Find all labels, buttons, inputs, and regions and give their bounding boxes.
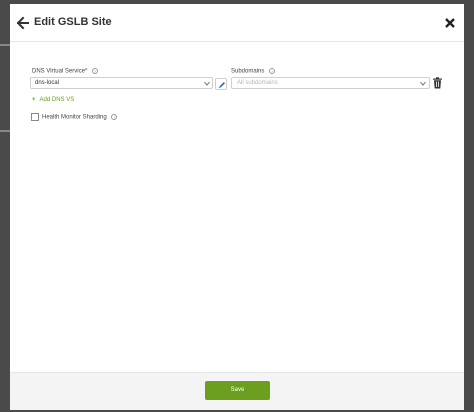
- backdrop-divider: [0, 44, 10, 46]
- health-monitor-sharding-checkbox[interactable]: [31, 113, 39, 121]
- delete-subdomain-button[interactable]: [433, 76, 442, 89]
- close-button[interactable]: [444, 16, 456, 30]
- subdomains-placeholder: All subdomains: [237, 80, 278, 86]
- modal-footer: Save: [10, 372, 464, 410]
- trash-icon: [433, 77, 442, 89]
- help-circle-icon[interactable]: ?: [91, 68, 98, 74]
- arrow-left-icon: [16, 16, 29, 30]
- back-button[interactable]: [16, 16, 29, 30]
- dns-virtual-service-select[interactable]: dns-local: [30, 77, 213, 89]
- help-circle-icon[interactable]: ?: [269, 68, 276, 74]
- subdomains-label: Subdomains ?: [231, 68, 276, 75]
- health-monitor-sharding-label: Health Monitor Sharding ?: [42, 114, 118, 121]
- chevron-down-icon: [420, 81, 426, 86]
- health-monitor-sharding-text: Health Monitor Sharding: [42, 114, 107, 121]
- required-marker: *: [84, 68, 88, 75]
- dns-virtual-service-label: DNS Virtual Service* ?: [32, 68, 98, 75]
- pencil-icon: [219, 82, 225, 88]
- modal-header: Edit GSLB Site: [10, 4, 464, 42]
- edit-dns-vs-button[interactable]: [215, 78, 227, 90]
- add-dns-vs-label: Add DNS VS: [39, 97, 75, 103]
- dns-virtual-service-label-text: DNS Virtual Service: [32, 68, 85, 75]
- chevron-down-icon: [204, 81, 210, 86]
- backdrop-divider: [0, 130, 10, 132]
- dns-virtual-service-value: dns-local: [35, 80, 60, 86]
- add-dns-vs-link[interactable]: + Add DNS VS: [32, 97, 74, 103]
- help-circle-icon[interactable]: ?: [111, 114, 118, 120]
- subdomains-select[interactable]: All subdomains: [231, 77, 430, 89]
- save-button[interactable]: Save: [205, 381, 270, 400]
- close-icon: [445, 18, 455, 28]
- plus-icon: +: [32, 97, 36, 103]
- subdomains-label-text: Subdomains: [231, 68, 265, 75]
- edit-gslb-site-modal: Edit GSLB Site DNS Virtual Service* ? dn…: [10, 4, 464, 410]
- modal-title: Edit GSLB Site: [34, 16, 112, 28]
